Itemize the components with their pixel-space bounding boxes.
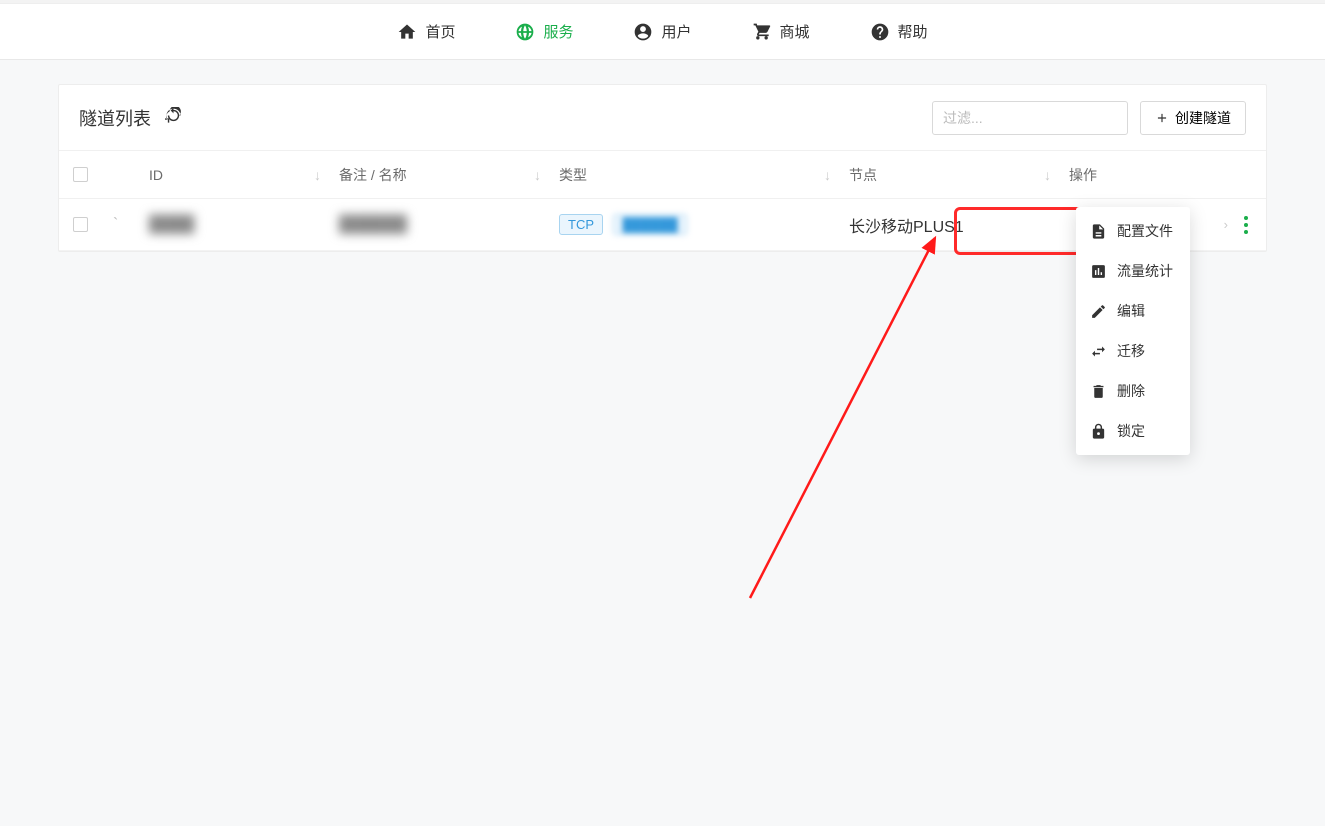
filter-input[interactable]: [932, 101, 1128, 135]
pencil-icon: [1090, 303, 1107, 320]
nav-shop-label: 商城: [780, 21, 810, 42]
menu-delete-label: 删除: [1117, 381, 1145, 401]
port-tag: ██████: [613, 214, 686, 235]
annotation-arrow: [730, 228, 960, 608]
page-body: 隧道列表 创建隧道 ID ↓ 备注 / 名称 ↓: [0, 60, 1325, 276]
nav-help[interactable]: 帮助: [870, 21, 928, 42]
col-header-id-label: ID: [149, 167, 163, 183]
nav-user-label: 用户: [661, 21, 691, 42]
col-header-id[interactable]: ID ↓: [149, 167, 339, 183]
globe-icon: [515, 22, 535, 42]
menu-config[interactable]: 配置文件: [1076, 211, 1190, 251]
refresh-icon: [165, 107, 182, 124]
help-icon: [870, 22, 890, 42]
row-id-cell: ████: [149, 216, 339, 234]
sort-arrow-icon: ↓: [314, 167, 339, 183]
col-header-name[interactable]: 备注 / 名称 ↓: [339, 165, 559, 185]
page-title: 隧道列表: [79, 105, 182, 131]
nav-help-label: 帮助: [898, 21, 928, 42]
tunnel-card: 隧道列表 创建隧道 ID ↓ 备注 / 名称 ↓: [58, 84, 1267, 252]
header-actions: 创建隧道: [932, 101, 1246, 135]
sort-arrow-icon: ↓: [534, 167, 559, 183]
row-select-cell[interactable]: [73, 217, 113, 232]
col-header-action: 操作: [1069, 165, 1252, 185]
row-node-value: 长沙移动PLUS1: [849, 219, 964, 236]
home-icon: [397, 22, 417, 42]
row-id-value: ████: [149, 216, 194, 233]
table-row: ` ████ ██████ TCP ██████ 长沙移动PLUS1 › 配置文…: [59, 199, 1266, 251]
menu-delete[interactable]: 删除: [1076, 371, 1190, 411]
chart-icon: [1090, 263, 1107, 280]
user-icon: [633, 22, 653, 42]
top-nav: 首页 服务 用户 商城 帮助: [0, 4, 1325, 60]
lock-icon: [1090, 423, 1107, 440]
more-actions-button[interactable]: [1240, 210, 1252, 240]
sort-arrow-icon: ↓: [824, 167, 849, 183]
actions-dropdown: 配置文件 流量统计 编辑 迁移 删除: [1076, 207, 1190, 455]
menu-lock[interactable]: 锁定: [1076, 411, 1190, 451]
nav-home[interactable]: 首页: [397, 21, 455, 42]
create-tunnel-label: 创建隧道: [1175, 108, 1231, 128]
card-header: 隧道列表 创建隧道: [59, 85, 1266, 151]
menu-traffic[interactable]: 流量统计: [1076, 251, 1190, 291]
row-name-value: ██████: [339, 216, 407, 233]
refresh-button[interactable]: [165, 107, 182, 129]
table-header-row: ID ↓ 备注 / 名称 ↓ 类型 ↓ 节点 ↓ 操作: [59, 151, 1266, 199]
row-name-cell: ██████: [339, 216, 559, 234]
file-icon: [1090, 223, 1107, 240]
checkbox-icon: [73, 167, 88, 182]
col-header-node-label: 节点: [849, 165, 877, 185]
nav-service-label: 服务: [543, 21, 573, 42]
col-header-node[interactable]: 节点 ↓: [849, 165, 1069, 185]
menu-config-label: 配置文件: [1117, 221, 1173, 241]
nav-home-label: 首页: [425, 21, 455, 42]
page-title-text: 隧道列表: [79, 105, 151, 131]
row-node-cell: 长沙移动PLUS1: [849, 213, 1069, 237]
nav-service[interactable]: 服务: [515, 21, 573, 42]
menu-lock-label: 锁定: [1117, 421, 1145, 441]
cart-icon: [752, 22, 772, 42]
menu-traffic-label: 流量统计: [1117, 261, 1173, 281]
plus-icon: [1155, 111, 1169, 125]
trash-icon: [1090, 383, 1107, 400]
menu-edit[interactable]: 编辑: [1076, 291, 1190, 331]
menu-edit-label: 编辑: [1117, 301, 1145, 321]
checkbox-icon: [73, 217, 88, 232]
swap-icon: [1090, 343, 1107, 360]
type-tag: TCP: [559, 214, 603, 235]
row-status-cell: `: [113, 216, 149, 234]
nav-shop[interactable]: 商城: [752, 21, 810, 42]
chevron-right-icon[interactable]: ›: [1224, 217, 1232, 232]
row-type-cell: TCP ██████: [559, 214, 849, 235]
col-header-name-label: 备注 / 名称: [339, 165, 407, 185]
create-tunnel-button[interactable]: 创建隧道: [1140, 101, 1246, 135]
menu-migrate[interactable]: 迁移: [1076, 331, 1190, 371]
sort-arrow-icon: ↓: [1044, 167, 1069, 183]
col-header-type-label: 类型: [559, 165, 587, 185]
nav-user[interactable]: 用户: [633, 21, 691, 42]
select-all-cell[interactable]: [73, 167, 113, 182]
col-header-type[interactable]: 类型 ↓: [559, 165, 849, 185]
menu-migrate-label: 迁移: [1117, 341, 1145, 361]
col-header-action-label: 操作: [1069, 165, 1097, 185]
